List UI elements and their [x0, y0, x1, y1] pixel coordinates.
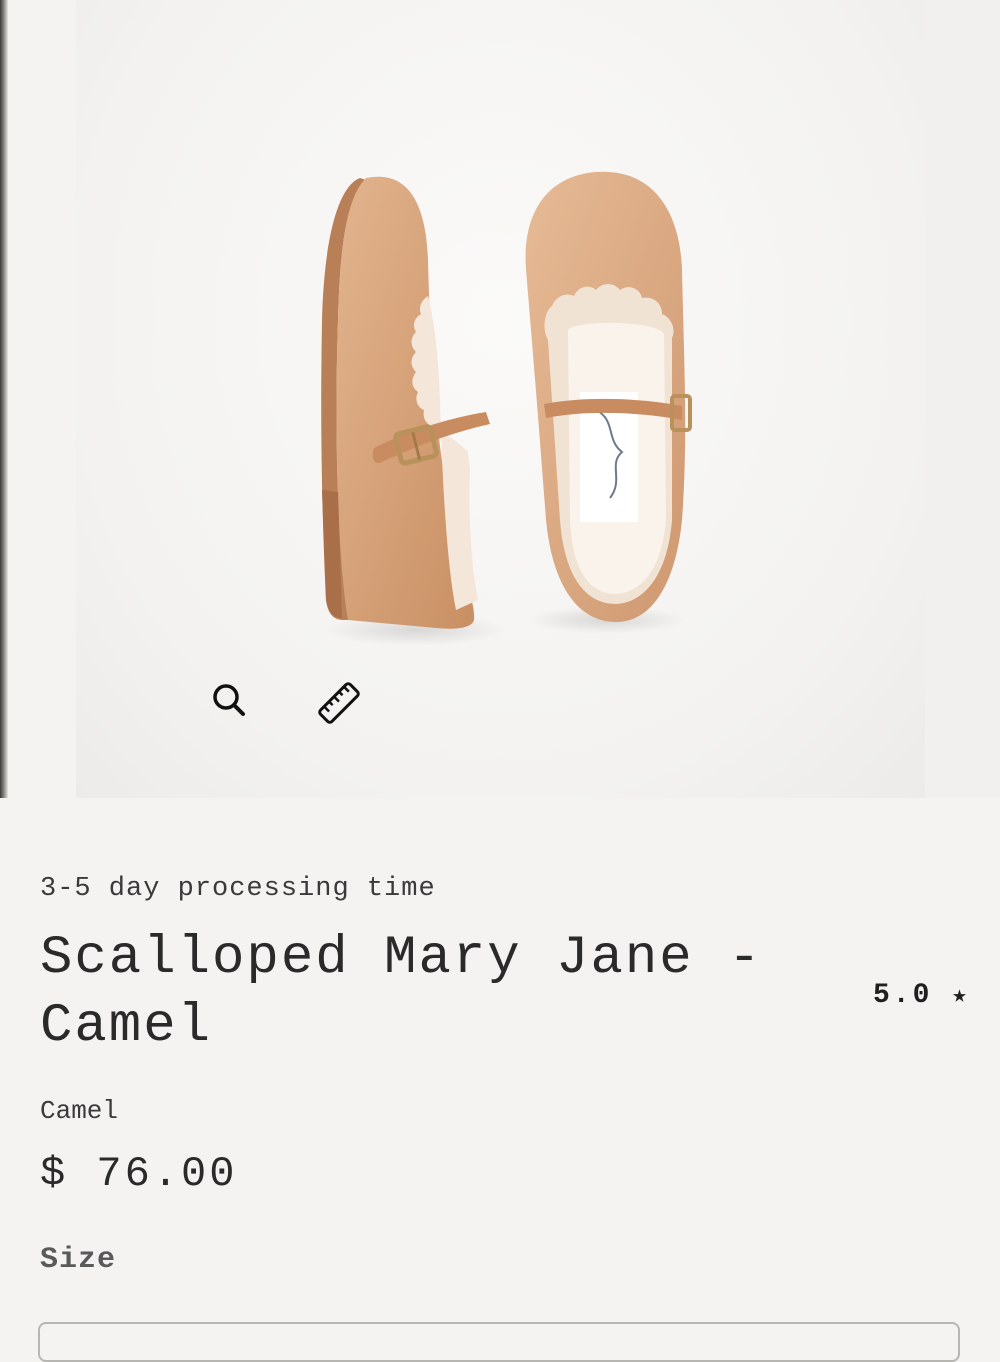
right-gutter [925, 0, 1000, 798]
left-shoe [321, 176, 490, 629]
size-guide-button[interactable] [316, 680, 376, 740]
size-select[interactable] [38, 1322, 960, 1362]
left-edge-strip [0, 0, 8, 798]
shoes-illustration [321, 171, 692, 646]
zoom-button[interactable] [209, 680, 269, 740]
star-icon: ★ [952, 983, 970, 1010]
right-shoe [525, 171, 692, 622]
product-price: $ 76.00 [40, 1150, 238, 1198]
variant-name: Camel [40, 1096, 119, 1126]
processing-time: 3-5 day processing time [40, 874, 436, 904]
ruler-icon [318, 682, 360, 724]
product-rating[interactable]: 5.0 ★ [873, 980, 970, 1011]
rating-value: 5.0 [873, 980, 933, 1011]
magnifier-icon [213, 684, 245, 716]
product-image[interactable] [76, 0, 925, 798]
size-label: Size [40, 1243, 117, 1277]
product-title: Scalloped Mary Jane - Camel [40, 928, 763, 1057]
